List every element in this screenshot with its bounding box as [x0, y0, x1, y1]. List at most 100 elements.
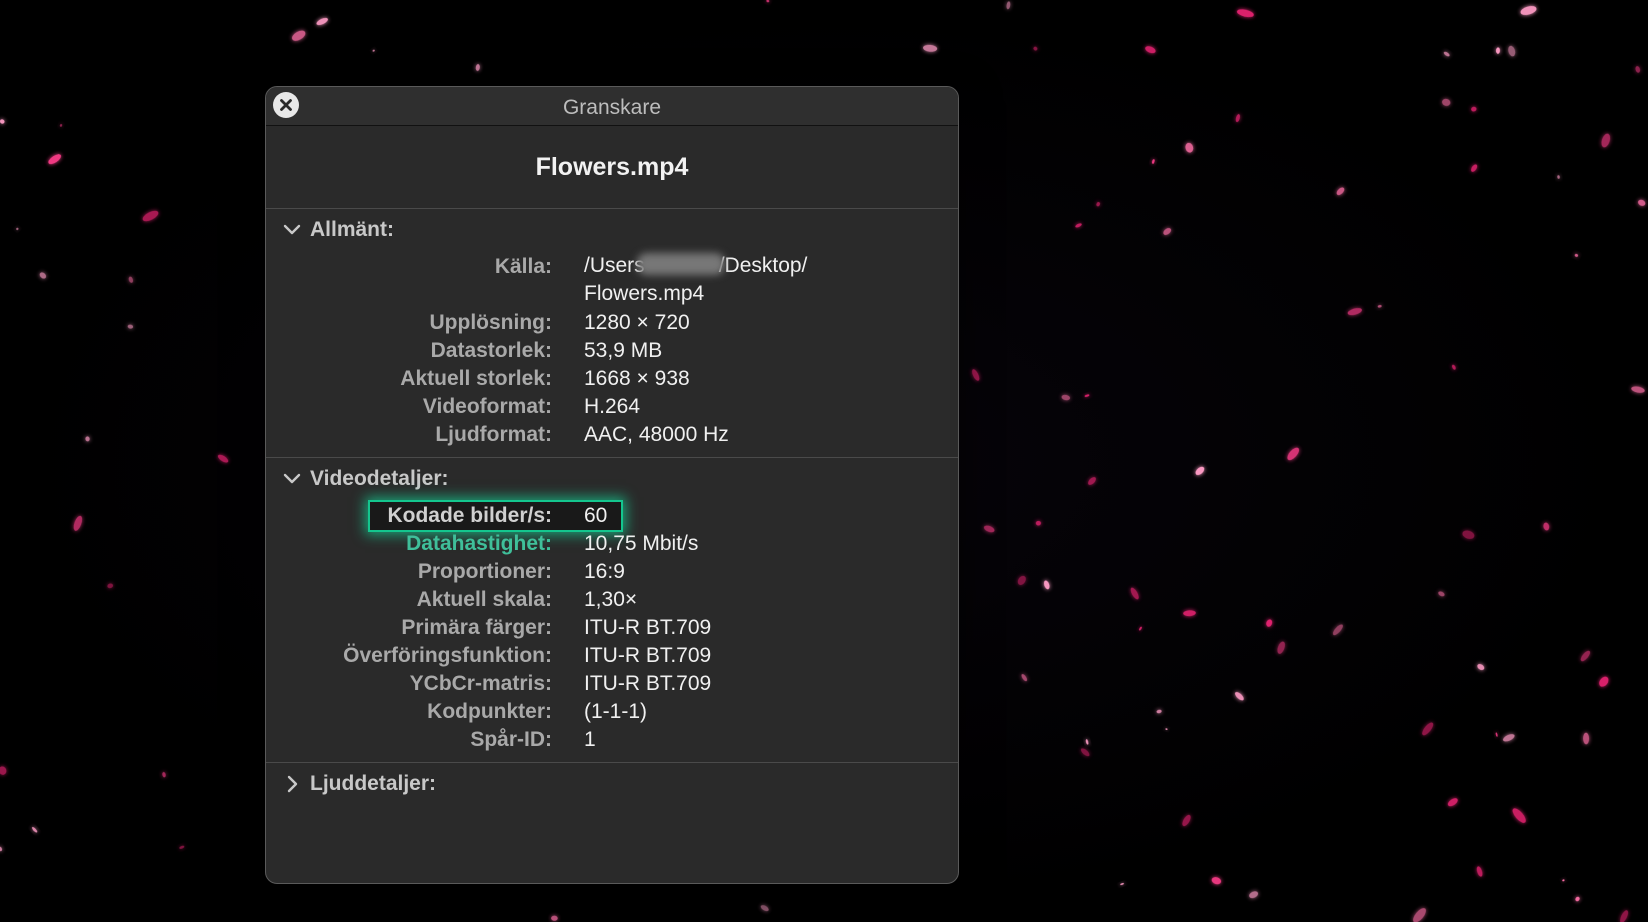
petal	[316, 17, 328, 26]
petal	[1043, 580, 1050, 590]
petal	[1336, 187, 1345, 196]
petal	[923, 44, 938, 52]
petal	[1477, 663, 1485, 671]
petal	[1575, 896, 1580, 902]
info-label: Spår-ID:	[470, 728, 552, 751]
petal	[1495, 732, 1498, 737]
petal	[1006, 1, 1011, 10]
petal	[1574, 253, 1579, 257]
petal	[39, 272, 47, 279]
petal	[475, 64, 480, 71]
petal	[1583, 732, 1590, 745]
petal	[1562, 879, 1565, 882]
source-path[interactable]: /Users/Desktop/ Flowers.mp4	[584, 252, 807, 308]
info-value[interactable]: 53,9 MB	[584, 339, 662, 363]
info-value[interactable]: (1-1-1)	[584, 700, 647, 724]
info-label: Ljudformat:	[435, 423, 552, 446]
file-name: Flowers.mp4	[535, 152, 689, 181]
info-value[interactable]: ITU-R BT.709	[584, 672, 711, 696]
section-general-toggle[interactable]: Allmänt:	[266, 209, 958, 249]
petal	[551, 915, 558, 921]
petal	[1156, 709, 1162, 714]
petal	[107, 583, 114, 589]
petal	[1085, 739, 1089, 745]
petal	[1235, 691, 1244, 701]
petal	[1151, 159, 1155, 164]
info-value[interactable]: AAC, 48000 Hz	[584, 423, 729, 447]
info-value[interactable]: 1280 × 720	[584, 311, 690, 335]
info-row: Proportioner: 16:9	[266, 558, 958, 586]
petal	[1182, 814, 1191, 827]
section-video-toggle[interactable]: Videodetaljer:	[266, 458, 958, 498]
petal	[1061, 394, 1071, 401]
petal	[1075, 223, 1082, 228]
source-path-filename: Flowers.mp4	[584, 282, 705, 305]
petal	[1130, 587, 1139, 600]
info-label: Proportioner:	[417, 560, 552, 583]
petal	[292, 30, 306, 41]
petal	[1508, 45, 1516, 57]
petal	[1520, 6, 1537, 15]
petal	[0, 119, 5, 124]
section-video: Videodetaljer: Kodade bilder/s: 60 Datahas…	[266, 458, 958, 763]
petal	[1599, 676, 1609, 687]
petal	[0, 846, 3, 852]
petal	[1443, 51, 1450, 57]
info-value[interactable]: 10,75 Mbit/s	[584, 532, 698, 556]
info-value[interactable]: 1	[584, 728, 596, 752]
petal	[1503, 734, 1515, 742]
petal	[1287, 447, 1300, 461]
petal	[983, 525, 995, 533]
petal	[162, 772, 166, 778]
petal	[73, 515, 83, 531]
petal	[217, 454, 229, 463]
info-label: Upplösning:	[429, 311, 552, 334]
source-path-prefix: /Users	[584, 254, 645, 277]
info-value[interactable]: 1668 × 938	[584, 367, 690, 391]
petal	[1512, 808, 1526, 823]
petal	[48, 154, 62, 165]
petal	[1442, 98, 1451, 106]
petal	[372, 49, 375, 52]
info-value[interactable]: H.264	[584, 395, 640, 419]
petal	[1377, 304, 1382, 308]
petal	[59, 124, 63, 127]
petal	[1035, 520, 1041, 526]
section-video-title: Videodetaljer:	[310, 467, 449, 490]
info-value[interactable]: 16:9	[584, 560, 625, 584]
info-row: YCbCr-matris: ITU-R BT.709	[266, 670, 958, 698]
file-header: Flowers.mp4	[266, 126, 958, 209]
info-row: Kodpunkter: (1-1-1)	[266, 698, 958, 726]
petal	[1080, 748, 1090, 757]
section-general: Allmänt: Källa: /Users/Desktop/ Flowers.…	[266, 209, 958, 458]
info-value[interactable]: 1,30×	[584, 588, 637, 612]
petal	[1438, 591, 1445, 597]
info-value[interactable]: 60	[584, 504, 607, 528]
petal	[1185, 142, 1194, 153]
info-label: Källa:	[494, 255, 552, 278]
petal	[1249, 891, 1259, 899]
petal	[179, 845, 185, 849]
petal	[1266, 619, 1273, 627]
petal	[1580, 650, 1591, 662]
petal	[16, 227, 19, 231]
info-row: Kodade bilder/s: 60	[266, 500, 958, 532]
info-row: Videoformat: H.264	[266, 393, 958, 421]
info-row: Datastorlek: 53,9 MB	[266, 337, 958, 365]
info-label: Datahastighet:	[406, 532, 552, 555]
info-row: Primära färger: ITU-R BT.709	[266, 614, 958, 642]
petal	[1145, 46, 1156, 54]
info-value[interactable]: ITU-R BT.709	[584, 616, 711, 640]
petal	[972, 369, 980, 381]
petal	[1447, 798, 1458, 807]
petal	[1471, 106, 1477, 112]
title-bar[interactable]: Granskare	[266, 87, 958, 126]
section-audio: Ljuddetaljer:	[266, 763, 958, 847]
petal	[0, 766, 7, 775]
petal	[1277, 641, 1285, 654]
info-label: Aktuell skala:	[416, 588, 552, 611]
petal	[1017, 575, 1026, 585]
info-value[interactable]: ITU-R BT.709	[584, 644, 711, 668]
petal	[128, 276, 134, 283]
section-audio-toggle[interactable]: Ljuddetaljer:	[266, 763, 958, 803]
